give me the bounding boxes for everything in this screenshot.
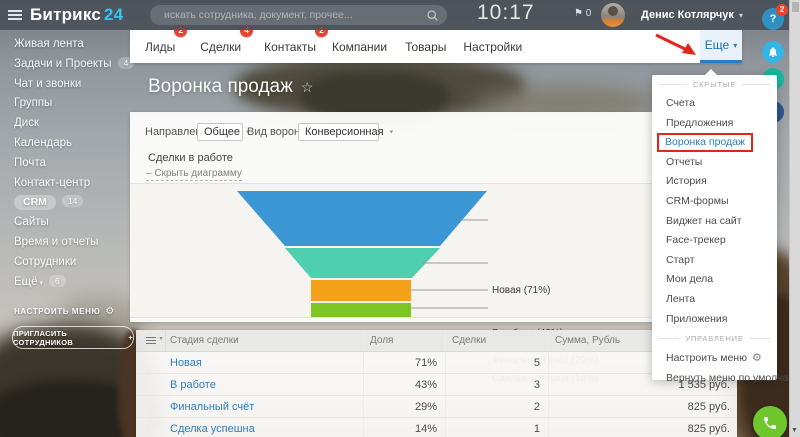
help-counter-badge: 2 [776, 4, 788, 16]
bell-icon [767, 46, 779, 58]
dropdown-section-management: УПРАВЛЕНИЕ [652, 329, 777, 348]
dropdown-item-my-activities[interactable]: Мои дела [652, 270, 777, 290]
column-header-share[interactable]: Доля [363, 330, 445, 351]
favorite-star-icon[interactable] [293, 76, 314, 97]
sales-funnel-panel: Направление: Общее Вид воронки: Конверси… [130, 112, 737, 322]
dropdown-item-start[interactable]: Старт [652, 251, 777, 271]
funnel-stages-table: Стадия сделки Доля Сделки Сумма, Рубль Н… [136, 330, 737, 437]
sidebar-item-groups[interactable]: Группы [0, 94, 130, 114]
flag-icon: ⚑ [574, 8, 583, 19]
sidebar-item-live-feed[interactable]: Живая лента [0, 35, 130, 55]
tab-leads[interactable]: Лиды2 [145, 40, 175, 63]
dropdown-item-reset-menu[interactable]: Вернуть меню по умолчанию [652, 369, 777, 389]
hide-diagram-link[interactable]: – Скрыть диаграмму [146, 168, 242, 181]
page-title: Воронка продаж [148, 76, 313, 98]
tab-more[interactable]: Еще [700, 30, 742, 63]
search-icon [426, 9, 439, 22]
table-row: Новая 71% 5 [136, 352, 737, 374]
gear-icon: ⚙ [752, 352, 762, 364]
funnel-chart: Новая (71%) В работе (43%) Финальный счё… [130, 183, 737, 318]
sidebar-item-tasks[interactable]: Задачи и Проекты4 [0, 55, 130, 75]
funnel-view-select[interactable]: Конверсионная [298, 123, 379, 141]
tab-deals[interactable]: Сделки4 [200, 40, 241, 63]
user-avatar[interactable] [601, 3, 625, 27]
dropdown-item-face-tracker[interactable]: Face-трекер [652, 231, 777, 251]
sidebar-item-disk[interactable]: Диск [0, 114, 130, 134]
direction-select[interactable]: Общее [197, 123, 243, 141]
table-row: Сделка успешна 14% 1 825 руб. [136, 418, 737, 437]
dropdown-item-invoices[interactable]: Счета [652, 94, 777, 114]
table-settings-button[interactable] [136, 330, 166, 351]
gear-icon: ⚙ [105, 306, 115, 317]
sidebar-item-sites[interactable]: Сайты [0, 213, 130, 233]
badge: 6 [49, 275, 66, 287]
dropdown-item-quotes[interactable]: Предложения [652, 114, 777, 134]
scrollbar-up-button[interactable] [792, 2, 799, 12]
funnel-stage-label: Новая (71%) [492, 285, 550, 296]
global-search[interactable] [150, 5, 447, 25]
funnel-shapes [130, 184, 737, 317]
dropdown-section-hidden: СКРЫТЫЕ [652, 75, 777, 94]
telephony-button[interactable] [753, 406, 787, 437]
table-menu-icon [146, 337, 156, 345]
page-scrollbar[interactable]: ▼ [789, 0, 800, 437]
more-dropdown-menu: СКРЫТЫЕ Счета Предложения Воронка продаж… [652, 75, 777, 380]
sidebar-item-contact-center[interactable]: Контакт-центр [0, 174, 130, 194]
invite-employees-button[interactable]: ПРИГЛАСИТЬ СОТРУДНИКОВ+ [12, 326, 134, 349]
bitrix24-logo[interactable]: Битрикс24 [30, 5, 123, 25]
top-bar: Битрикс24 10:17 ⚑ 0 Денис Котлярчук [0, 0, 800, 30]
notifications-button[interactable] [762, 41, 784, 63]
table-header-row: Стадия сделки Доля Сделки Сумма, Рубль [136, 330, 737, 352]
configure-menu-button[interactable]: НАСТРОИТЬ МЕНЮ⚙ [14, 306, 115, 317]
search-input[interactable] [162, 8, 426, 22]
sidebar-item-employees[interactable]: Сотрудники [0, 253, 130, 273]
crm-nav-bar: Лиды2 Сделки4 Контакты2 Компании Товары … [130, 30, 742, 63]
stage-link[interactable]: Финальный счёт [170, 401, 254, 413]
dropdown-item-crm-forms[interactable]: CRM-формы [652, 192, 777, 212]
clock[interactable]: 10:17 [477, 1, 535, 25]
tab-contacts[interactable]: Контакты2 [264, 40, 316, 63]
phone-icon [762, 415, 778, 431]
dropdown-item-history[interactable]: История [652, 172, 777, 192]
hamburger-menu-icon[interactable] [8, 10, 22, 20]
stage-link[interactable]: Новая [170, 357, 202, 369]
flag-counter[interactable]: ⚑ 0 [574, 8, 591, 19]
tab-settings[interactable]: Настройки [463, 40, 522, 63]
bitrix24-crm-screen: Битрикс24 10:17 ⚑ 0 Денис Котлярчук Жива… [0, 0, 800, 437]
dropdown-item-feed[interactable]: Лента [652, 290, 777, 310]
sidebar-item-crm[interactable]: CRM14 [0, 193, 130, 213]
tab-products[interactable]: Товары [405, 40, 446, 63]
annotation-red-box: Воронка продаж [657, 133, 753, 152]
sidebar: Живая лента Задачи и Проекты4 Чат и звон… [0, 30, 130, 437]
stage-link[interactable]: В работе [170, 379, 216, 391]
sidebar-item-more[interactable]: Ещё6 [0, 273, 130, 293]
sidebar-item-mail[interactable]: Почта [0, 154, 130, 174]
sidebar-item-time-reports[interactable]: Время и отчеты [0, 233, 130, 253]
help-button[interactable]: ? 2 [762, 8, 784, 30]
table-row: Финальный счёт 29% 2 825 руб. [136, 396, 737, 418]
stage-link[interactable]: Сделка успешна [170, 423, 255, 435]
sidebar-item-calendar[interactable]: Календарь [0, 134, 130, 154]
user-menu[interactable]: Денис Котлярчук [641, 9, 743, 21]
sidebar-item-chat[interactable]: Чат и звонки [0, 75, 130, 95]
funnel-section-title: Сделки в работе [148, 152, 233, 164]
table-row: В работе 43% 3 1 535 руб. [136, 374, 737, 396]
plus-icon: + [128, 333, 133, 342]
dropdown-item-reports[interactable]: Отчеты [652, 153, 777, 173]
dropdown-item-applications[interactable]: Приложения [652, 310, 777, 330]
dropdown-item-sales-funnel[interactable]: Воронка продаж [652, 133, 777, 153]
dropdown-item-site-widget[interactable]: Виджет на сайт [652, 212, 777, 232]
dropdown-item-configure-menu[interactable]: Настроить меню⚙ [652, 349, 777, 369]
scrollbar-down-arrow-icon[interactable]: ▼ [791, 427, 798, 434]
tab-companies[interactable]: Компании [332, 40, 387, 63]
badge: 14 [62, 195, 83, 207]
column-header-deals[interactable]: Сделки [445, 330, 548, 351]
column-header-stage[interactable]: Стадия сделки [166, 335, 363, 346]
